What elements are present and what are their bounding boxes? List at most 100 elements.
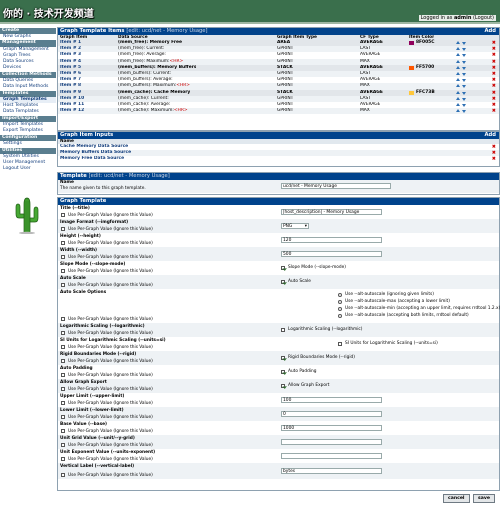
move-arrows-icon[interactable] [456,109,466,114]
field-value: bytes [283,469,296,474]
per-graph-checkbox[interactable] [61,457,65,461]
data-source-text: (mem_free): Current: [118,46,165,52]
per-graph-checkbox[interactable] [61,429,65,433]
add-item-link[interactable]: Add [485,28,496,35]
field-value: 0 [283,412,286,417]
field-input[interactable]: 0 [281,411,382,417]
delete-icon[interactable]: ✖ [492,156,496,162]
data-source-text: (mem_cache): Current: [118,95,169,101]
move-arrows-icon[interactable] [456,41,466,45]
per-graph-checkbox[interactable] [61,331,65,335]
graph-template-title: Graph Template [60,198,107,204]
logout-link[interactable]: (Logout) [473,15,494,21]
sidebar-item[interactable]: Data Templates [0,109,56,115]
option-checkbox[interactable] [281,384,285,388]
field-input[interactable] [281,439,382,445]
template-name-field[interactable]: ucd/net - Memory Usage [281,183,391,189]
sidebar-item[interactable]: Devices [0,65,56,71]
autoscale-radio[interactable] [338,314,342,318]
move-arrows-icon[interactable] [456,71,466,76]
per-graph-label: Use Per-Graph Value (Ignore this Value) [68,316,153,322]
login-status: Logged in as admin (Logout) [418,15,496,21]
per-graph-checkbox[interactable] [61,269,65,273]
save-button[interactable]: save [473,494,495,503]
move-arrows-icon[interactable] [456,53,466,58]
hard-return-marker: <HR> [173,108,188,114]
move-arrows-icon[interactable] [456,65,466,70]
option-checkbox[interactable] [281,266,285,270]
sidebar-item[interactable]: Settings [0,141,56,147]
cancel-button[interactable]: cancel [443,494,470,503]
sidebar-item[interactable]: Data Input Methods [0,84,56,90]
autoscale-radio[interactable] [338,300,342,304]
per-graph-checkbox[interactable] [61,373,65,377]
autoscale-radio-label: Use --alt-autoscale (ignoring given limi… [345,292,434,298]
field-input[interactable]: 500 [281,251,382,257]
graph-field-row: SI Units for Logarithmic Scaling (--unit… [58,337,499,351]
graph-template-items-panel: Graph Template Items [edit: ucd/net - Me… [57,27,500,131]
inputs-panel-header: Graph Item Inputs Add [58,132,499,139]
move-arrows-icon[interactable] [456,47,466,52]
per-graph-checkbox[interactable] [61,359,65,363]
field-input[interactable]: bytes [281,468,382,474]
field-input[interactable] [281,453,382,459]
data-source-text: (mem_buffers): Maximum: [118,83,177,89]
per-graph-checkbox[interactable] [61,473,65,477]
field-input[interactable]: 1000 [281,425,382,431]
data-source-text: (mem_free): Memory Free [118,40,182,45]
image-format-select[interactable]: PNG ▾ [281,223,309,229]
per-graph-checkbox[interactable] [61,443,65,447]
field-label: Upper Limit (--upper-limit) [60,393,125,399]
graph-item-link[interactable]: Item # 12 [60,108,84,114]
field-input[interactable]: 100 [281,397,382,403]
option-checkbox[interactable] [281,370,285,374]
option-checkbox[interactable] [338,342,342,346]
per-graph-checkbox[interactable] [61,387,65,391]
field-label: Unit Grid Value (--unit/--y-grid) [60,435,135,441]
move-arrows-icon[interactable] [456,78,466,83]
per-graph-checkbox[interactable] [61,401,65,405]
move-arrows-icon[interactable] [456,90,466,95]
option-checkbox-label: Slope Mode (--slope-mode) [288,265,346,271]
per-graph-checkbox[interactable] [61,241,65,245]
option-checkbox-label: Auto Scale [288,279,311,285]
per-graph-checkbox[interactable] [61,317,65,321]
option-checkbox[interactable] [281,280,285,284]
per-graph-label: Use Per-Graph Value (Ignore this Value) [68,358,153,364]
add-input-link[interactable]: Add [485,132,496,139]
sidebar-item[interactable]: Logout User [0,166,56,172]
per-graph-checkbox[interactable] [61,227,65,231]
graph-input-link[interactable]: Memory Free Data Source [60,156,124,162]
sidebar-item[interactable]: Export Templates [0,128,56,134]
delete-icon[interactable]: ✖ [492,108,496,114]
per-graph-checkbox[interactable] [61,415,65,419]
field-input[interactable]: 120 [281,237,382,243]
header-stripe [0,22,500,24]
move-arrows-icon[interactable] [456,102,466,107]
color-swatch [409,90,414,95]
sidebar-item[interactable]: New Graphs [0,34,56,40]
move-arrows-icon[interactable] [456,96,466,101]
autoscale-radio[interactable] [338,293,342,297]
option-checkbox-label: Allow Graph Export [288,383,330,389]
per-graph-label: Use Per-Graph Value (Ignore this Value) [68,254,153,260]
per-graph-checkbox[interactable] [61,345,65,349]
template-name-help: The name given to this graph template. [60,186,146,191]
move-arrows-icon[interactable] [456,84,466,89]
field-value: 100 [283,398,292,403]
per-graph-checkbox[interactable] [61,255,65,259]
move-arrows-icon[interactable] [456,59,466,64]
graph-field-row: Auto Scale Use Per-Graph Value (Ignore th… [58,275,499,289]
option-checkbox[interactable] [281,356,285,360]
sidebar-item[interactable]: Graph Management [0,47,56,53]
field-value: 1000 [283,426,295,431]
field-input[interactable]: |host_description| - Memory Usage [281,209,382,215]
data-source-text: (mem_buffers): Current: [118,70,172,76]
data-source-text: (mem_buffers): Memory Buffers [118,64,197,70]
field-label: Unit Exponent Value (--units-exponent) [60,449,156,455]
autoscale-radio[interactable] [338,307,342,311]
data-source-text: (mem_cache): Maximum: [118,108,174,114]
per-graph-checkbox[interactable] [61,213,65,217]
option-checkbox[interactable] [281,328,285,332]
per-graph-checkbox[interactable] [61,283,65,287]
